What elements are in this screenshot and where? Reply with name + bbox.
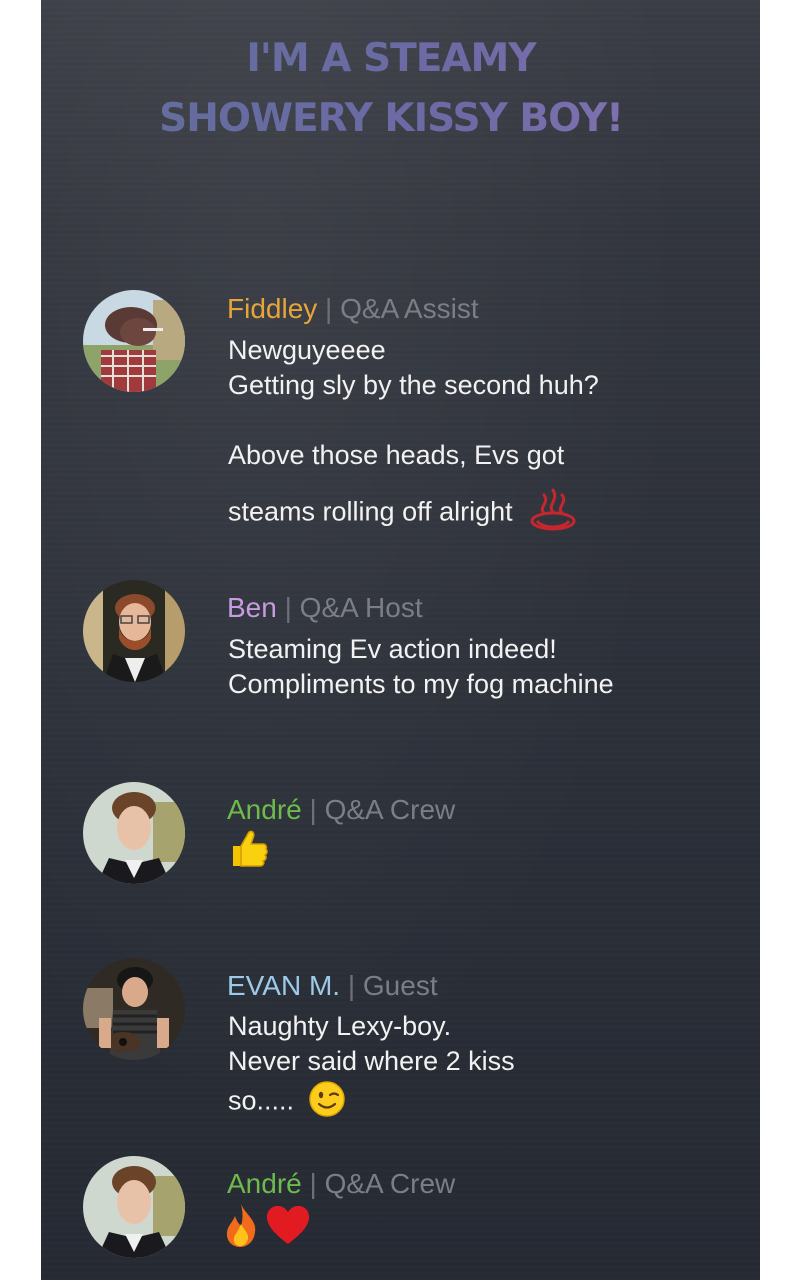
sender-name[interactable]: EVAN M. [227,970,340,1001]
separator: | [309,794,317,825]
message-text: so..... [228,1085,295,1116]
message-line: Newguyeeee [228,335,386,365]
message-line-with-emoji: steams rolling off alright [228,485,578,542]
sender-role: Q&A Host [299,592,423,623]
avatar-ben-image [83,580,185,682]
message-line: Steaming Ev action indeed! [228,634,557,664]
message-line: Naughty Lexy-boy. [228,1011,452,1041]
hot-springs-icon [528,485,578,542]
message-line: Getting sly by the second huh? [228,370,599,400]
message-line: Above those heads, Evs got [228,440,565,470]
sender-role: Q&A Assist [340,293,479,324]
sender-name[interactable]: André [227,794,302,825]
avatar[interactable] [83,580,185,682]
message-line: Never said where 2 kiss [228,1046,515,1076]
sender-name[interactable]: Fiddley [227,293,317,324]
message-header: André | Q&A Crew [227,1168,455,1200]
fire-icon [223,1202,259,1253]
sender-name[interactable]: Ben [227,592,277,623]
message-header: Fiddley | Q&A Assist [227,293,479,325]
page-title-line-2: SHOWERY KISSY BOY! [41,96,741,141]
avatar[interactable] [83,290,185,392]
avatar-fiddley-image [83,290,185,392]
page-title-line-1: I'M A STEAMY [41,36,741,81]
separator: | [347,970,356,1001]
message-text: steams rolling off alright [228,496,513,527]
thumbs-up-icon [225,826,269,875]
red-heart-icon [265,1204,311,1251]
message-line-with-emoji: so..... [228,1080,346,1125]
chat-panel: I'M A STEAMY SHOWERY KISSY BOY! Fiddley … [41,0,760,1280]
avatar[interactable] [83,782,185,884]
sender-role: Q&A Crew [324,794,456,825]
winking-face-icon [308,1080,346,1125]
separator: | [309,1168,317,1199]
avatar[interactable] [83,1156,185,1258]
message-line: Compliments to my fog machine [228,669,614,699]
message-header: André | Q&A Crew [227,794,455,826]
separator: | [284,592,292,623]
avatar-evan-image [83,958,185,1060]
sender-role: Guest [362,970,438,1001]
avatar-andre-image [83,782,185,884]
message-header: Ben | Q&A Host [227,592,423,624]
sender-name[interactable]: André [227,1168,302,1199]
message-header: EVAN M. | Guest [227,970,438,1002]
avatar[interactable] [83,958,185,1060]
sender-role: Q&A Crew [324,1168,456,1199]
avatar-andre-image [83,1156,185,1258]
separator: | [325,293,333,324]
